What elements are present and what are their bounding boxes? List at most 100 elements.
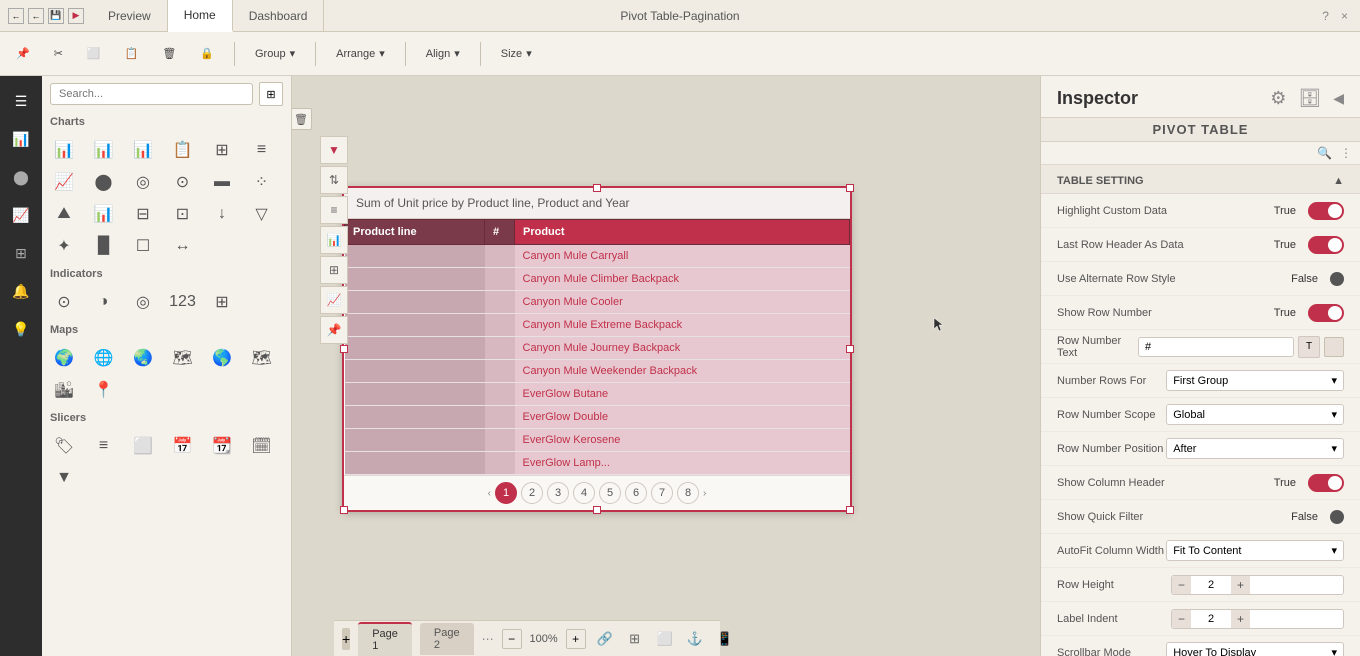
inspector-collapse-icon[interactable]: ◀ <box>1333 90 1344 107</box>
inspector-more-icon[interactable]: ⋮ <box>1340 146 1352 160</box>
chart-waterfall[interactable]: ↓ <box>208 200 236 228</box>
slicer-tag[interactable]: 🏷 <box>50 432 78 460</box>
tab-preview[interactable]: Preview <box>92 0 168 32</box>
map-city[interactable]: 🏙 <box>50 376 78 404</box>
chart-bar3[interactable]: 📊 <box>129 136 157 164</box>
map-pin[interactable]: 📍 <box>90 376 118 404</box>
grid-bottom-icon[interactable]: ⊞ <box>624 628 646 650</box>
label-indent-field[interactable] <box>1191 611 1231 627</box>
sidebar-bulb-icon[interactable]: 💡 <box>4 312 38 346</box>
chart-hbar[interactable]: ≡ <box>248 136 276 164</box>
map-route[interactable]: 🗺 <box>248 344 276 372</box>
chart-combo[interactable]: 📊 <box>90 200 118 228</box>
size-btn[interactable]: Size ▾ <box>493 43 540 64</box>
row-number-text-field[interactable] <box>1138 337 1294 357</box>
map-world[interactable]: 🌍 <box>50 344 78 372</box>
sidebar-bell-icon[interactable]: 🔔 <box>4 274 38 308</box>
align-btn[interactable]: Align ▾ <box>418 43 468 64</box>
autofit-col-select[interactable]: Fit To Content ▾ <box>1166 540 1344 561</box>
filter-tool[interactable]: ▼ <box>320 136 348 164</box>
page-btn-5[interactable]: 5 <box>599 482 621 504</box>
chart-donut[interactable]: ◎ <box>129 168 157 196</box>
chart-radar[interactable]: ✦ <box>50 232 78 260</box>
pin-tool[interactable]: 📌 <box>320 316 348 344</box>
chart-bar[interactable]: 📊 <box>50 136 78 164</box>
show-col-header-toggle[interactable] <box>1308 474 1344 492</box>
back-btn[interactable]: ← <box>28 8 44 24</box>
trend-tool[interactable]: 📈 <box>320 286 348 314</box>
page-btn-6[interactable]: 6 <box>625 482 647 504</box>
map-bubble[interactable]: 🌏 <box>129 344 157 372</box>
list-tool[interactable]: ≡ <box>320 196 348 224</box>
copy-bottom-icon[interactable]: ⬜ <box>654 628 676 650</box>
chart-line[interactable]: 📈 <box>50 168 78 196</box>
table-tool[interactable]: ⊞ <box>320 256 348 284</box>
chart-treemap[interactable]: ⊟ <box>129 200 157 228</box>
inspector-database-icon[interactable]: 🗄 <box>1298 88 1321 109</box>
zoom-in-btn[interactable]: + <box>566 629 586 649</box>
slicer-toggle[interactable]: ⬜ <box>129 432 157 460</box>
tab-dashboard[interactable]: Dashboard <box>233 0 325 32</box>
handle-br[interactable] <box>846 506 854 514</box>
handle-bm[interactable] <box>593 506 601 514</box>
label-indent-minus-btn[interactable]: − <box>1172 610 1191 628</box>
chart-box[interactable]: ☐ <box>129 232 157 260</box>
chart-bar2[interactable]: 📊 <box>90 136 118 164</box>
delete-btn[interactable]: 🗑 <box>154 43 184 64</box>
label-indent-plus-btn[interactable]: + <box>1231 610 1250 628</box>
more-options-icon[interactable]: ⋯ <box>482 632 494 646</box>
row-height-minus-btn[interactable]: − <box>1172 576 1191 594</box>
page-btn-4[interactable]: 4 <box>573 482 595 504</box>
inspector-search-icon[interactable]: 🔍 <box>1317 146 1332 160</box>
ind-arc[interactable]: ◑ <box>90 288 118 316</box>
lock-btn[interactable]: 🔒 <box>192 43 222 64</box>
row-height-plus-btn[interactable]: + <box>1231 576 1250 594</box>
chart-scatter[interactable]: ⁘ <box>248 168 276 196</box>
last-row-toggle[interactable] <box>1308 236 1344 254</box>
play-btn[interactable]: ▶ <box>68 8 84 24</box>
page-btn-1[interactable]: 1 <box>495 482 517 504</box>
chart-histogram[interactable]: █ <box>90 232 118 260</box>
add-page-btn[interactable]: + <box>342 628 350 650</box>
page-next-btn[interactable]: › <box>703 488 706 499</box>
close-icon[interactable]: × <box>1341 9 1348 23</box>
search-input[interactable] <box>50 83 253 105</box>
row-number-position-select[interactable]: After ▾ <box>1166 438 1344 459</box>
slicer-filter[interactable]: ▼ <box>50 464 78 492</box>
slicer-calendar[interactable]: 📅 <box>169 432 197 460</box>
slicer-date2[interactable]: 🗓 <box>248 432 276 460</box>
number-rows-select[interactable]: First Group ▾ <box>1166 370 1344 391</box>
sidebar-chart-icon[interactable]: 📊 <box>4 122 38 156</box>
page-tab-1[interactable]: Page 1 <box>358 622 412 656</box>
page-btn-7[interactable]: 7 <box>651 482 673 504</box>
sidebar-menu-icon[interactable]: ☰ <box>4 84 38 118</box>
arrange-btn[interactable]: Arrange ▾ <box>328 43 393 64</box>
grid-view-btn[interactable]: ⊞ <box>259 82 283 106</box>
sidebar-line-icon[interactable]: 📈 <box>4 198 38 232</box>
page-tab-2[interactable]: Page 2 <box>420 623 474 655</box>
zoom-out-btn[interactable]: − <box>502 629 522 649</box>
save-btn[interactable]: 💾 <box>48 8 64 24</box>
link-bottom-icon[interactable]: 🔗 <box>594 628 616 650</box>
show-row-number-toggle[interactable] <box>1308 304 1344 322</box>
highlight-toggle[interactable] <box>1308 202 1344 220</box>
chart-heatmap[interactable]: ⊡ <box>169 200 197 228</box>
sidebar-circle-icon[interactable]: ⬤ <box>4 160 38 194</box>
paste-btn[interactable]: 📋 <box>117 43 147 64</box>
map-region[interactable]: 🌐 <box>90 344 118 372</box>
chart-table[interactable]: 📋 <box>169 136 197 164</box>
page-btn-3[interactable]: 3 <box>547 482 569 504</box>
map-dot[interactable]: 🌎 <box>208 344 236 372</box>
tab-home[interactable]: Home <box>168 0 233 32</box>
chart-tool[interactable]: 📊 <box>320 226 348 254</box>
copy-btn[interactable]: ⬜ <box>79 43 109 64</box>
alternate-row-toggle[interactable] <box>1330 272 1344 286</box>
ind-kpi[interactable]: ⊞ <box>208 288 236 316</box>
ind-speedometer[interactable]: ⊙ <box>50 288 78 316</box>
mobile-bottom-icon[interactable]: 📱 <box>714 628 736 650</box>
translate-btn[interactable]: T <box>1298 336 1320 358</box>
ind-ring[interactable]: ◎ <box>129 288 157 316</box>
chart-area[interactable]: ⛰ <box>50 200 78 228</box>
sort-tool[interactable]: ⇅ <box>320 166 348 194</box>
chart-funnel[interactable]: ▽ <box>248 200 276 228</box>
